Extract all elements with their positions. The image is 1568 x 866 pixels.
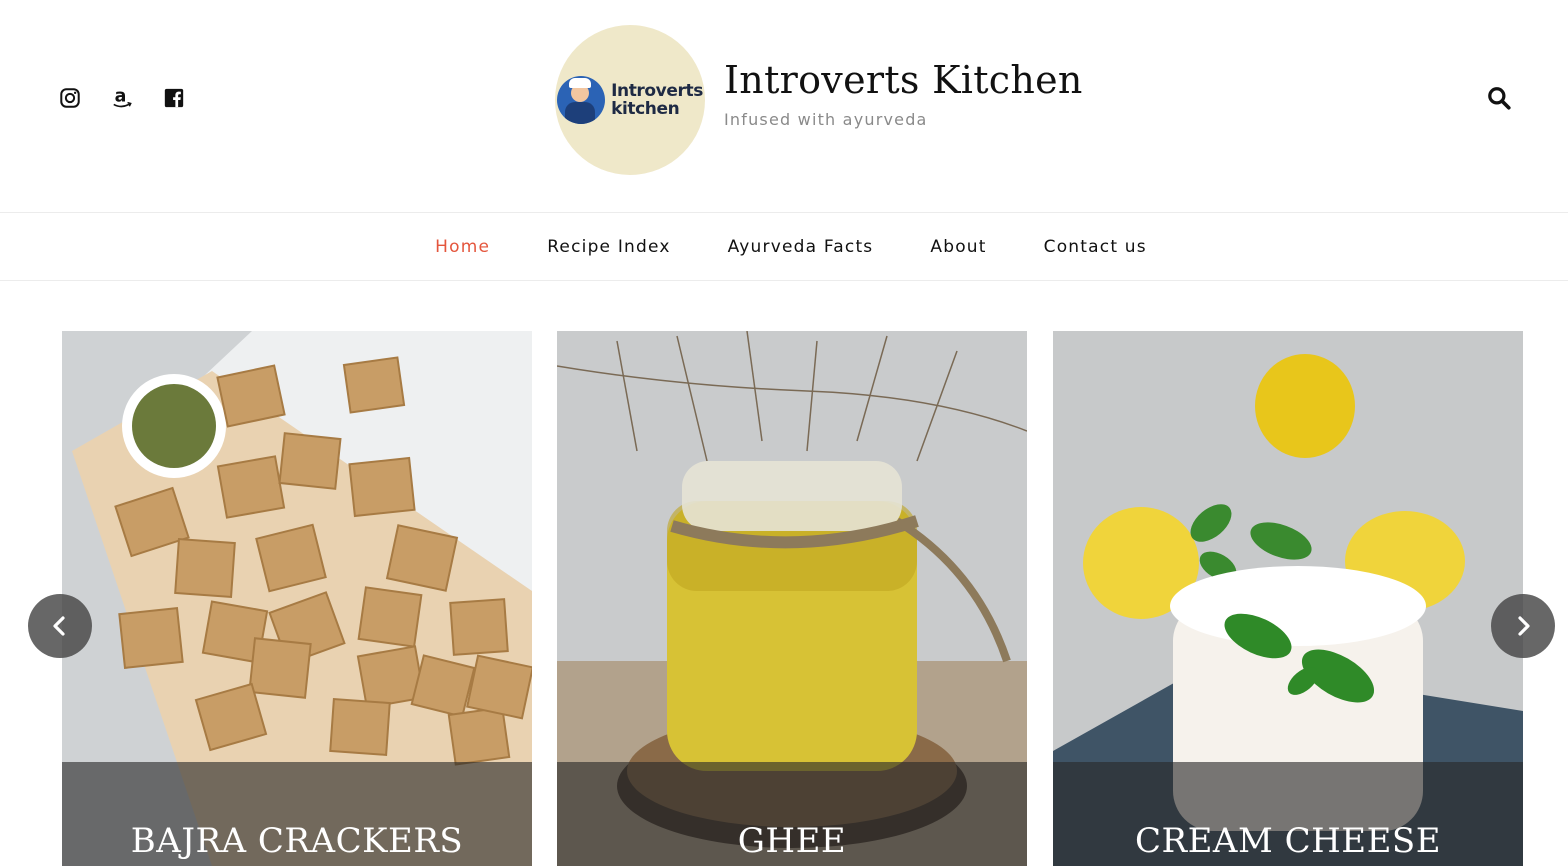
slider-prev-button[interactable]	[28, 594, 92, 658]
slide-title[interactable]: BAJRA CRACKERS	[62, 821, 532, 861]
slide-cream-cheese[interactable]: CREAM CHEESE	[1053, 331, 1523, 866]
main-navigation: Home Recipe Index Ayurveda Facts About C…	[0, 212, 1568, 281]
site-tagline: Infused with ayurveda	[724, 110, 928, 129]
chevron-right-icon	[1518, 616, 1530, 636]
nav-item-contact-us[interactable]: Contact us	[1044, 237, 1147, 257]
site-header: a Introverts kitchen Introverts Kitchen …	[0, 0, 1568, 212]
amazon-icon[interactable]: a	[110, 86, 134, 110]
site-logo[interactable]: Introverts kitchen	[555, 25, 705, 175]
svg-text:a: a	[115, 87, 127, 107]
slide-title[interactable]: GHEE	[557, 821, 1027, 861]
nav-item-about[interactable]: About	[930, 237, 986, 257]
nav-item-home[interactable]: Home	[435, 237, 490, 257]
nav-item-ayurveda-facts[interactable]: Ayurveda Facts	[728, 237, 874, 257]
search-icon[interactable]	[1486, 85, 1512, 111]
nav-item-recipe-index[interactable]: Recipe Index	[547, 237, 670, 257]
featured-slider: BAJRA CRACKERS GHEE CREAM CHEESE	[0, 281, 1568, 866]
slide-ghee[interactable]: GHEE	[557, 331, 1027, 866]
slide-bajra-crackers[interactable]: BAJRA CRACKERS	[62, 331, 532, 866]
chevron-left-icon	[53, 616, 65, 636]
logo-text: Introverts kitchen	[611, 81, 703, 119]
facebook-icon[interactable]	[162, 86, 186, 110]
slide-title[interactable]: CREAM CHEESE	[1053, 821, 1523, 861]
instagram-icon[interactable]	[58, 86, 82, 110]
chef-logo-icon	[557, 76, 606, 124]
social-links: a	[58, 86, 186, 110]
slider-next-button[interactable]	[1491, 594, 1555, 658]
site-title[interactable]: Introverts Kitchen	[724, 58, 1083, 102]
